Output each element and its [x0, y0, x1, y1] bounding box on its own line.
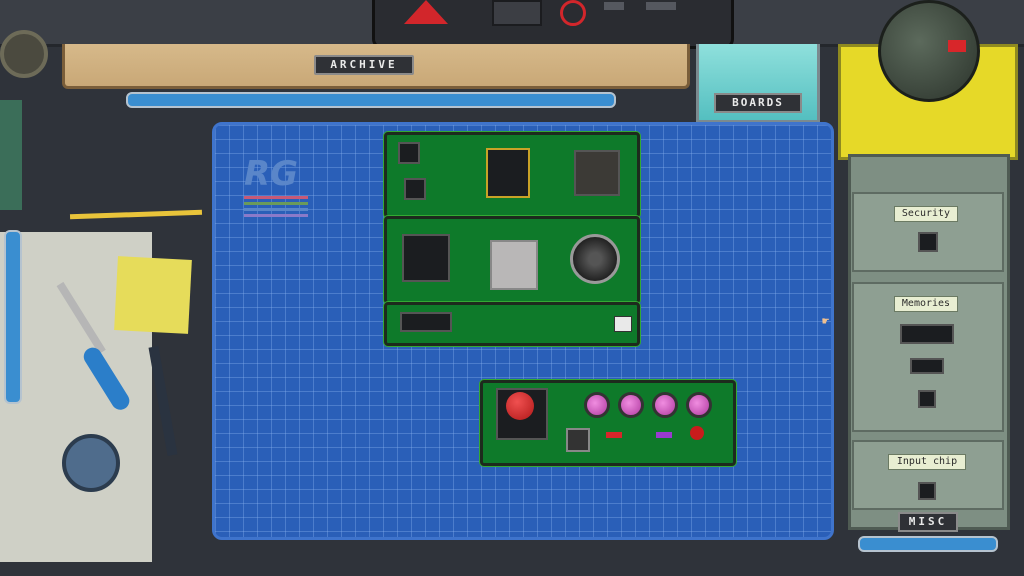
mat-logo: RG: [244, 154, 299, 194]
drawer-label: Input chip: [888, 454, 966, 470]
device-slot: [646, 2, 676, 10]
graphics-chip[interactable]: [490, 240, 538, 290]
small-switch[interactable]: [566, 428, 590, 452]
pink-button[interactable]: [686, 392, 712, 418]
gear-icon: [0, 30, 48, 78]
speaker-icon[interactable]: [570, 234, 620, 284]
drawer-label: Memories: [894, 296, 958, 312]
drawer-label: Security: [894, 206, 958, 222]
pipe-left: [4, 230, 22, 404]
boards-label: BOARDS: [714, 93, 802, 113]
joystick-red-knob[interactable]: [506, 392, 534, 420]
lamp-switch[interactable]: [948, 40, 966, 52]
archive-label: ARCHIVE: [314, 55, 414, 75]
logo-stripe: [244, 196, 308, 199]
small-chip[interactable]: [398, 142, 420, 164]
hand-cursor-icon: ☛: [822, 314, 830, 328]
logo-stripe: [244, 208, 308, 211]
input-chip[interactable]: [918, 482, 936, 500]
logo-stripe: [244, 214, 308, 217]
memory-chip-large[interactable]: [900, 324, 954, 344]
pink-button[interactable]: [652, 392, 678, 418]
archive-pipe: [126, 92, 616, 108]
security-chip[interactable]: [918, 232, 938, 252]
solder-spool[interactable]: [62, 434, 120, 492]
led-red-round: [690, 426, 704, 440]
warning-triangle-icon: [404, 0, 448, 24]
pink-button[interactable]: [584, 392, 610, 418]
processor-chip[interactable]: [486, 148, 530, 198]
cpu-chip[interactable]: [402, 234, 450, 282]
led-purple: [656, 432, 672, 438]
connector-arrow-icon[interactable]: [614, 316, 632, 332]
small-chip[interactable]: [404, 178, 426, 200]
logo-stripe: [244, 202, 308, 205]
misc-pipe: [858, 536, 998, 552]
misc-label: MISC: [898, 512, 958, 532]
led-red: [606, 432, 622, 438]
memory-chip-small[interactable]: [918, 390, 936, 408]
memory-chip-medium[interactable]: [910, 358, 944, 374]
memory-chip[interactable]: [574, 150, 620, 196]
sticky-note[interactable]: [114, 256, 192, 334]
device-screen: [492, 0, 542, 26]
pink-button[interactable]: [618, 392, 644, 418]
serial-chip[interactable]: [400, 312, 452, 332]
spare-board: [0, 100, 22, 210]
device-slot: [604, 2, 624, 10]
power-ring-button[interactable]: [560, 0, 586, 26]
